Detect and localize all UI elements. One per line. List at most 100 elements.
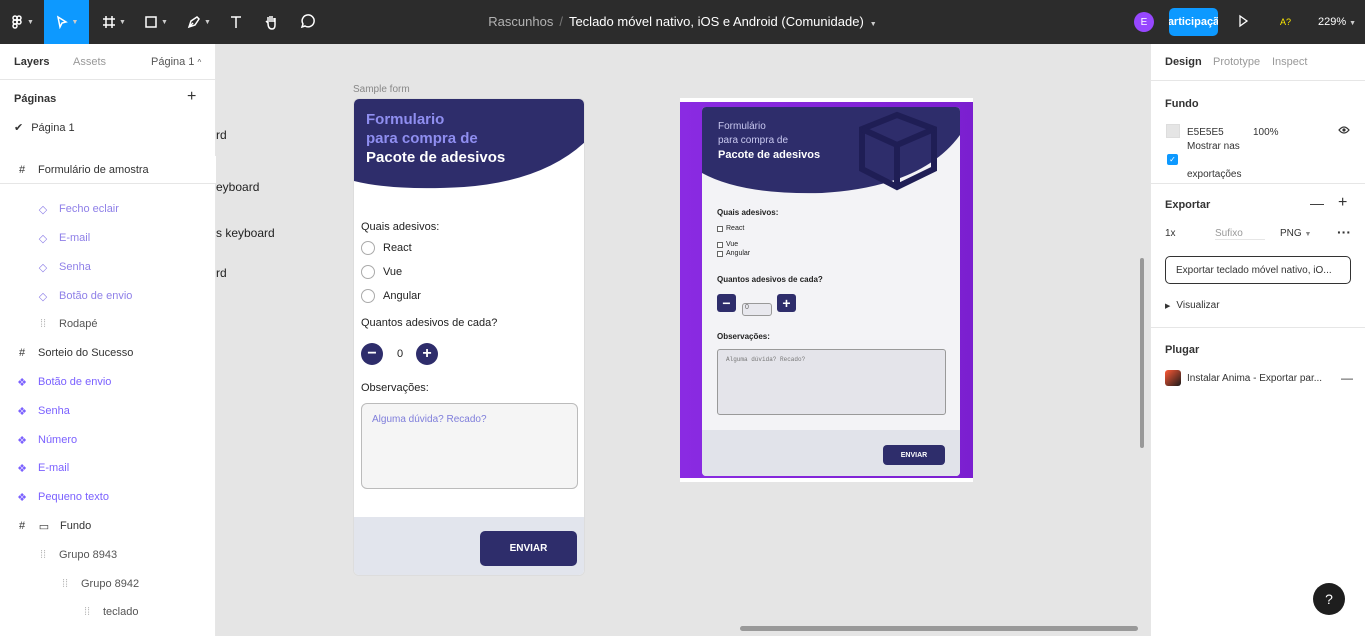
chevron-down-icon[interactable]: ▼: [870, 21, 877, 28]
tab-inspect[interactable]: Inspect: [1272, 56, 1307, 68]
layer-email-component[interactable]: ❖ E-mail: [0, 454, 216, 482]
layer-fecho-eclair[interactable]: ◇ Fecho eclair: [0, 195, 216, 223]
remove-export-button[interactable]: —: [1310, 195, 1324, 211]
layer-grupo-8942[interactable]: ⁞⁞ Grupo 8942: [0, 570, 216, 598]
shape-tool-button[interactable]: ▼: [140, 0, 172, 44]
tab-prototype[interactable]: Prototype: [1213, 56, 1260, 68]
zoom-level[interactable]: 229% ▼: [1318, 16, 1356, 28]
radio-circle: [361, 241, 375, 255]
preview-submit-button: ENVIAR: [883, 445, 945, 465]
group-icon: ⁞⁞: [61, 578, 69, 590]
frame-tool-button[interactable]: ▼: [98, 0, 130, 44]
group-icon: ⁞⁞: [39, 318, 47, 330]
export-section-title: Exportar: [1165, 199, 1211, 211]
layer-email-instance[interactable]: ◇ E-mail: [0, 224, 216, 252]
pages-heading: Páginas: [14, 93, 57, 105]
tab-design[interactable]: Design: [1165, 56, 1202, 68]
play-icon: [1239, 14, 1249, 28]
page-item[interactable]: ✔ Página 1: [14, 121, 75, 134]
layer-fundo[interactable]: # ▭ Fundo: [0, 512, 216, 540]
eye-icon[interactable]: [1338, 125, 1350, 138]
layer-pequeno-texto-component[interactable]: ❖ Pequeno texto: [0, 483, 216, 511]
preview-toggle[interactable]: ▶ Visualizar: [1165, 300, 1220, 311]
main-menu-button[interactable]: ▼: [0, 0, 44, 44]
layer-senha-instance[interactable]: ◇ Senha: [0, 253, 216, 281]
preview-card: Formulário para compra de Pacote de ades…: [702, 107, 960, 476]
canvas[interactable]: rd eyboard s keyboard rd Sample form For…: [216, 44, 1150, 636]
add-page-button[interactable]: +: [187, 88, 196, 106]
help-button[interactable]: ?: [1313, 583, 1345, 615]
plugin-item[interactable]: Instalar Anima - Exportar par...: [1187, 373, 1322, 384]
plus-icon: +: [187, 88, 197, 105]
layer-senha-component[interactable]: ❖ Senha: [0, 397, 216, 425]
frame-icon: #: [18, 347, 26, 359]
preview-question-notes: Observações:: [717, 332, 770, 341]
layer-botao-de-envio-instance[interactable]: ◇ Botão de envio: [0, 282, 216, 310]
submit-button[interactable]: ENVIAR: [480, 531, 577, 566]
text-tool-button[interactable]: [226, 0, 246, 44]
increment-button[interactable]: +: [416, 343, 438, 365]
layer-teclado[interactable]: ⁞⁞ teclado: [0, 598, 216, 626]
layer-grupo-8943[interactable]: ⁞⁞ Grupo 8943: [0, 541, 216, 569]
pen-tool-button[interactable]: ▼: [183, 0, 215, 44]
page-selector[interactable]: Página 1 ^: [151, 56, 201, 68]
checkbox-label: Angular: [726, 250, 751, 257]
properties-panel: Design Prototype Inspect Fundo E5E5E5 10…: [1150, 44, 1365, 636]
notes-textarea[interactable]: Alguma dúvida? Recado?: [361, 403, 578, 489]
instance-icon: ◇: [38, 261, 48, 274]
hand-tool-button[interactable]: [261, 0, 281, 44]
export-suffix-input[interactable]: Sufixo: [1215, 228, 1265, 240]
accessibility-check[interactable]: A?: [1280, 17, 1291, 27]
export-more-options[interactable]: ···: [1337, 224, 1351, 240]
drafts-link[interactable]: Rascunhos: [488, 14, 553, 29]
radio-vue[interactable]: Vue: [361, 265, 402, 279]
tab-layers[interactable]: Layers: [14, 56, 49, 68]
horizontal-scrollbar[interactable]: [740, 626, 1138, 631]
layer-formulario-de-amostra[interactable]: # Formulário de amostra: [0, 156, 216, 184]
frame-label[interactable]: Sample form: [353, 84, 410, 95]
preview-title-line2: para compra de: [718, 135, 789, 146]
layer-sorteio-do-sucesso[interactable]: # Sorteio do Sucesso: [0, 339, 216, 367]
preview-notes-textarea: Alguma dúvida? Recado?: [717, 349, 946, 415]
layer-label: Botão de envio: [38, 376, 112, 388]
page-item-label: Página 1: [31, 122, 75, 134]
move-tool-button[interactable]: ▼: [44, 0, 89, 44]
radio-angular[interactable]: Angular: [361, 289, 421, 303]
layer-numero-component[interactable]: ❖ Número: [0, 426, 216, 454]
show-in-exports-checkbox[interactable]: ✓: [1167, 154, 1178, 165]
layer-rodape[interactable]: ⁞⁞ Rodapé: [0, 310, 216, 338]
component-icon: ❖: [17, 491, 27, 504]
file-name[interactable]: Teclado móvel nativo, iOS e Android (Com…: [569, 14, 864, 29]
export-scale[interactable]: 1x: [1165, 228, 1176, 239]
present-button[interactable]: [1236, 14, 1250, 31]
plugin-remove[interactable]: —: [1341, 371, 1353, 385]
checkbox-label: Vue: [726, 241, 739, 248]
form-title-line1: Formulario: [366, 111, 445, 128]
export-button[interactable]: Exportar teclado móvel nativo, iO...: [1165, 256, 1351, 284]
show-in-exports-label-line1: Mostrar nas: [1187, 141, 1240, 152]
more-icon: ···: [1337, 224, 1351, 240]
comment-tool-button[interactable]: [297, 0, 317, 44]
sample-form-frame[interactable]: Formulario para compra de Pacote de ades…: [353, 98, 585, 576]
background-color-swatch[interactable]: [1166, 124, 1180, 138]
add-export-button[interactable]: +: [1338, 194, 1347, 212]
layer-label: Grupo 8943: [59, 549, 118, 561]
radio-react[interactable]: React: [361, 241, 412, 255]
vertical-scrollbar[interactable]: [1140, 258, 1144, 448]
export-format-select[interactable]: PNG ▼: [1280, 228, 1311, 239]
instance-icon: ◇: [38, 232, 48, 245]
device-icon: ▭: [38, 520, 50, 533]
plus-icon: +: [1338, 194, 1348, 211]
background-hex-value[interactable]: E5E5E5: [1187, 127, 1224, 138]
layer-label: teclado: [103, 606, 139, 618]
preview-frame[interactable]: Formulário para compra de Pacote de ades…: [680, 98, 973, 482]
layer-botao-de-envio-component[interactable]: ❖ Botão de envio: [0, 368, 216, 396]
share-button[interactable]: articipaçã: [1169, 8, 1218, 36]
decrement-button[interactable]: −: [361, 343, 383, 365]
checkbox-label: React: [726, 225, 745, 232]
group-icon: ⁞⁞: [83, 606, 91, 618]
background-opacity-value[interactable]: 100%: [1253, 127, 1279, 138]
layer-label: Fundo: [60, 520, 92, 532]
tab-assets[interactable]: Assets: [73, 56, 106, 68]
avatar[interactable]: E: [1134, 12, 1154, 32]
